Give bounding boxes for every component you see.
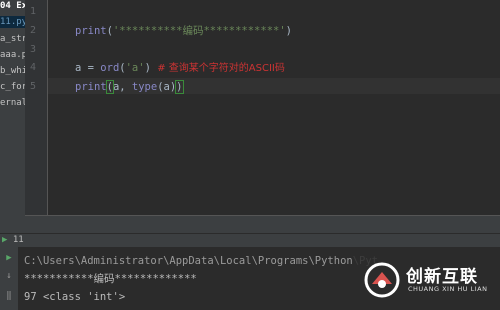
- watermark-brand-en: CHUANG XIN HU LIAN: [408, 285, 488, 293]
- code-line-2[interactable]: print('**********编码************'): [75, 24, 292, 38]
- line-number: 2: [29, 25, 36, 36]
- scroll-down-icon[interactable]: ↓: [4, 271, 14, 281]
- line-number: 1: [29, 6, 36, 17]
- line-number: 5: [29, 81, 36, 92]
- ide-window: 04 Ex 11.py a_str.py aaa.py b_whil c_for…: [0, 0, 500, 310]
- line-number: 3: [29, 44, 36, 55]
- project-panel: 04 Ex 11.py a_str.py aaa.py b_whil c_for…: [0, 0, 25, 233]
- text-cursor: [182, 81, 184, 93]
- line-number: 4: [29, 62, 36, 73]
- project-item-root[interactable]: 04 Ex: [0, 0, 25, 12]
- run-tab[interactable]: ▶ 11: [2, 235, 24, 245]
- code-token-args: a,: [112, 81, 132, 93]
- code-token-args: (a): [157, 81, 177, 93]
- pause-icon[interactable]: ‖: [4, 291, 14, 301]
- project-item-file[interactable]: aaa.py: [0, 49, 25, 61]
- project-item-file[interactable]: 11.py: [0, 16, 25, 28]
- code-token-builtin: ord: [100, 62, 120, 74]
- console-line-output: ***********编码*************: [24, 273, 197, 285]
- code-token-builtin: print: [75, 81, 107, 93]
- code-token-comment: # 查询某个字符对的ASCII码: [150, 63, 285, 74]
- rerun-icon[interactable]: ▶: [4, 253, 14, 263]
- code-token-string: 'a': [125, 62, 145, 74]
- console-line-command: C:\Users\Administrator\AppData\Local\Pro…: [24, 255, 379, 267]
- project-item-file[interactable]: b_whil: [0, 65, 25, 77]
- code-token-string: '**********编码************': [112, 25, 286, 37]
- code-token-assign: a =: [75, 62, 101, 74]
- watermark-logo-icon: [364, 262, 400, 298]
- project-item-file[interactable]: a_str.py: [0, 33, 25, 45]
- project-item-external-libraries[interactable]: ernal L: [0, 97, 25, 109]
- code-token-paren: ): [285, 25, 292, 37]
- project-item-file[interactable]: c_for.p: [0, 81, 25, 93]
- console-line-output: 97 <class 'int'>: [24, 291, 126, 303]
- watermark: 创新互联 CHUANG XIN HU LIAN: [352, 254, 500, 310]
- line-number-gutter: 1 2 3 4 5: [25, 0, 48, 215]
- code-line-5[interactable]: print(a, type(a)): [75, 80, 184, 94]
- run-tab-bar: ▶ 11: [0, 233, 500, 248]
- code-token-builtin: type: [131, 81, 158, 93]
- code-line-4[interactable]: a = ord('a') # 查询某个字符对的ASCII码: [75, 61, 285, 76]
- run-tab-label: 11: [12, 235, 24, 245]
- run-toolbar: ▶ ↓ ‖: [0, 247, 18, 310]
- editor-bottom-bar: [25, 215, 500, 234]
- run-icon: ▶: [2, 235, 8, 245]
- code-token-builtin: print: [75, 25, 107, 37]
- watermark-brand-cn: 创新互联: [406, 267, 478, 287]
